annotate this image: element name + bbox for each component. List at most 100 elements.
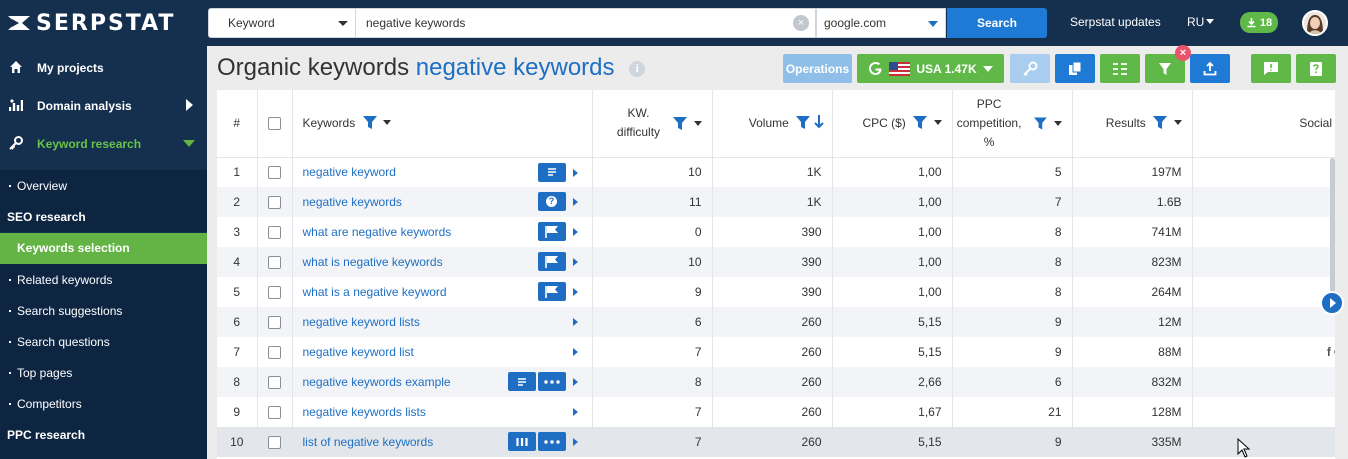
- social-cell[interactable]: [1192, 367, 1335, 397]
- table-row[interactable]: 5 what is a negative keyword 9 390 1,00 8 264M: [217, 277, 1335, 307]
- filter-icon[interactable]: [1033, 117, 1047, 130]
- sidebar-sub-questions[interactable]: Search questions: [0, 326, 207, 357]
- sort-icon[interactable]: [933, 119, 942, 125]
- flag-icon[interactable]: [537, 252, 566, 271]
- social-cell[interactable]: [1192, 277, 1335, 307]
- column-header-kw-difficulty[interactable]: KW. difficulty: [592, 90, 713, 158]
- search-type-select[interactable]: Keyword: [208, 8, 356, 38]
- table-row[interactable]: 10 list of negative keywords 7 260 5,15 9 335M: [217, 427, 1335, 457]
- sidebar-sub-overview[interactable]: Overview: [0, 170, 207, 201]
- filter-icon[interactable]: [796, 115, 811, 129]
- social-cell[interactable]: [1192, 247, 1335, 277]
- keyword-link[interactable]: negative keyword: [303, 165, 396, 179]
- expand-row-icon[interactable]: [572, 438, 578, 446]
- sidebar-sub-competitors[interactable]: Competitors: [0, 388, 207, 419]
- keyword-link[interactable]: negative keyword lists: [303, 315, 420, 329]
- sidebar-item-keywords-selection[interactable]: Keywords selection: [0, 233, 207, 264]
- filter-icon[interactable]: [672, 116, 687, 130]
- help-button[interactable]: [1296, 54, 1336, 83]
- social-cell[interactable]: f: [1192, 307, 1335, 337]
- sidebar-item-keyword-research[interactable]: Keyword research: [0, 124, 207, 162]
- filter-icon[interactable]: [913, 115, 928, 129]
- keyword-link[interactable]: negative keywords: [303, 195, 402, 209]
- sort-icon[interactable]: [382, 119, 391, 125]
- social-cell[interactable]: [1192, 217, 1335, 247]
- table-row[interactable]: 7negative keyword list72605,15988Mf ℗: [217, 337, 1335, 367]
- row-checkbox[interactable]: [268, 436, 281, 450]
- expand-row-icon[interactable]: [572, 228, 578, 236]
- keyword-link[interactable]: list of negative keywords: [303, 435, 434, 449]
- export-button[interactable]: [1190, 54, 1230, 83]
- updates-link[interactable]: Serpstat updates: [1070, 15, 1161, 29]
- table-row[interactable]: 1 negative keyword 10 1K 1,00 5 197M: [217, 157, 1335, 187]
- sidebar-sub-suggestions[interactable]: Search suggestions: [0, 295, 207, 326]
- row-checkbox[interactable]: [268, 406, 281, 420]
- sort-icon[interactable]: [1173, 119, 1182, 125]
- snippet-icon[interactable]: [507, 372, 536, 391]
- table-row[interactable]: 4 what is negative keywords 10 390 1,00 8 823M: [217, 247, 1335, 277]
- keyword-filter-button[interactable]: [1010, 54, 1050, 83]
- keyword-link[interactable]: what is negative keywords: [303, 255, 443, 269]
- keyword-link[interactable]: negative keywords example: [303, 375, 451, 389]
- social-cell[interactable]: [1192, 157, 1335, 187]
- column-header-keywords[interactable]: Keywords: [292, 90, 593, 158]
- expand-row-icon[interactable]: [572, 258, 578, 266]
- column-header-ppc-competition[interactable]: PPC competition, %: [952, 90, 1073, 158]
- flag-icon[interactable]: [537, 282, 566, 301]
- keyword-link[interactable]: negative keyword list: [303, 345, 414, 359]
- search-input[interactable]: [356, 8, 816, 38]
- avatar[interactable]: [1302, 10, 1328, 36]
- expand-row-icon[interactable]: [572, 168, 578, 177]
- expand-row-icon[interactable]: [572, 378, 578, 386]
- filter-icon[interactable]: [1153, 115, 1168, 129]
- sidebar-section-ppc[interactable]: PPC research: [0, 419, 207, 459]
- scroll-right-button[interactable]: [1320, 291, 1344, 315]
- table-row[interactable]: 6negative keyword lists62605,15912Mf: [217, 307, 1335, 337]
- more-icon[interactable]: [537, 432, 566, 451]
- select-all-checkbox[interactable]: [268, 117, 281, 131]
- column-header-volume[interactable]: Volume: [712, 90, 833, 158]
- row-checkbox[interactable]: [268, 346, 281, 360]
- table-row[interactable]: 2 negative keywords? 11 1K 1,00 7 1.6B: [217, 187, 1335, 217]
- expand-row-icon[interactable]: [572, 348, 578, 356]
- language-select[interactable]: RU: [1187, 15, 1215, 29]
- row-checkbox[interactable]: [268, 316, 281, 330]
- row-checkbox[interactable]: [268, 226, 281, 240]
- column-header-results[interactable]: Results: [1072, 90, 1193, 158]
- keyword-link[interactable]: what is a negative keyword: [303, 285, 447, 299]
- table-row[interactable]: 9 negative keywords lists 72601,6721128Mf: [217, 397, 1335, 427]
- sidebar-sub-related[interactable]: Related keywords: [0, 264, 207, 295]
- row-checkbox[interactable]: [268, 286, 281, 300]
- keyword-link[interactable]: negative keywords lists: [303, 405, 426, 419]
- vertical-scrollbar[interactable]: [1330, 158, 1335, 313]
- social-cell[interactable]: f ℗: [1192, 337, 1335, 367]
- row-checkbox[interactable]: [268, 256, 281, 270]
- social-cell[interactable]: [1192, 187, 1335, 217]
- expand-row-icon[interactable]: [572, 198, 578, 206]
- serpstat-logo[interactable]: SERPSTAT: [6, 9, 175, 37]
- row-checkbox[interactable]: [268, 196, 281, 210]
- sidebar-item-domain-analysis[interactable]: Domain analysis: [0, 86, 207, 124]
- sidebar-sub-top-pages[interactable]: Top pages: [0, 357, 207, 388]
- row-checkbox[interactable]: [268, 166, 281, 180]
- filter-icon[interactable]: [362, 115, 377, 129]
- keyword-link[interactable]: what are negative keywords: [303, 225, 452, 239]
- sidebar-item-my-projects[interactable]: My projects: [0, 48, 207, 86]
- clear-filters-icon[interactable]: ×: [1175, 45, 1191, 61]
- flag-icon[interactable]: [537, 222, 566, 241]
- sort-desc-icon[interactable]: [813, 114, 824, 129]
- social-cell[interactable]: f: [1192, 397, 1335, 427]
- search-button[interactable]: Search: [947, 8, 1047, 38]
- region-select-button[interactable]: USA 1.47K: [857, 54, 1004, 83]
- clear-search-icon[interactable]: ×: [793, 15, 809, 31]
- copy-button[interactable]: [1055, 54, 1095, 83]
- table-row[interactable]: 3 what are negative keywords 0 390 1,00 8 741M: [217, 217, 1335, 247]
- expand-row-icon[interactable]: [572, 288, 578, 296]
- question-icon[interactable]: ?: [537, 192, 566, 211]
- operations-button[interactable]: Operations: [783, 54, 852, 83]
- table-row[interactable]: 8 negative keywords example 8 260 2,66 6 832M: [217, 367, 1335, 397]
- snippet-icon[interactable]: [537, 162, 566, 182]
- social-cell[interactable]: [1192, 427, 1335, 457]
- info-icon[interactable]: i: [629, 61, 646, 77]
- report-error-button[interactable]: [1251, 54, 1291, 83]
